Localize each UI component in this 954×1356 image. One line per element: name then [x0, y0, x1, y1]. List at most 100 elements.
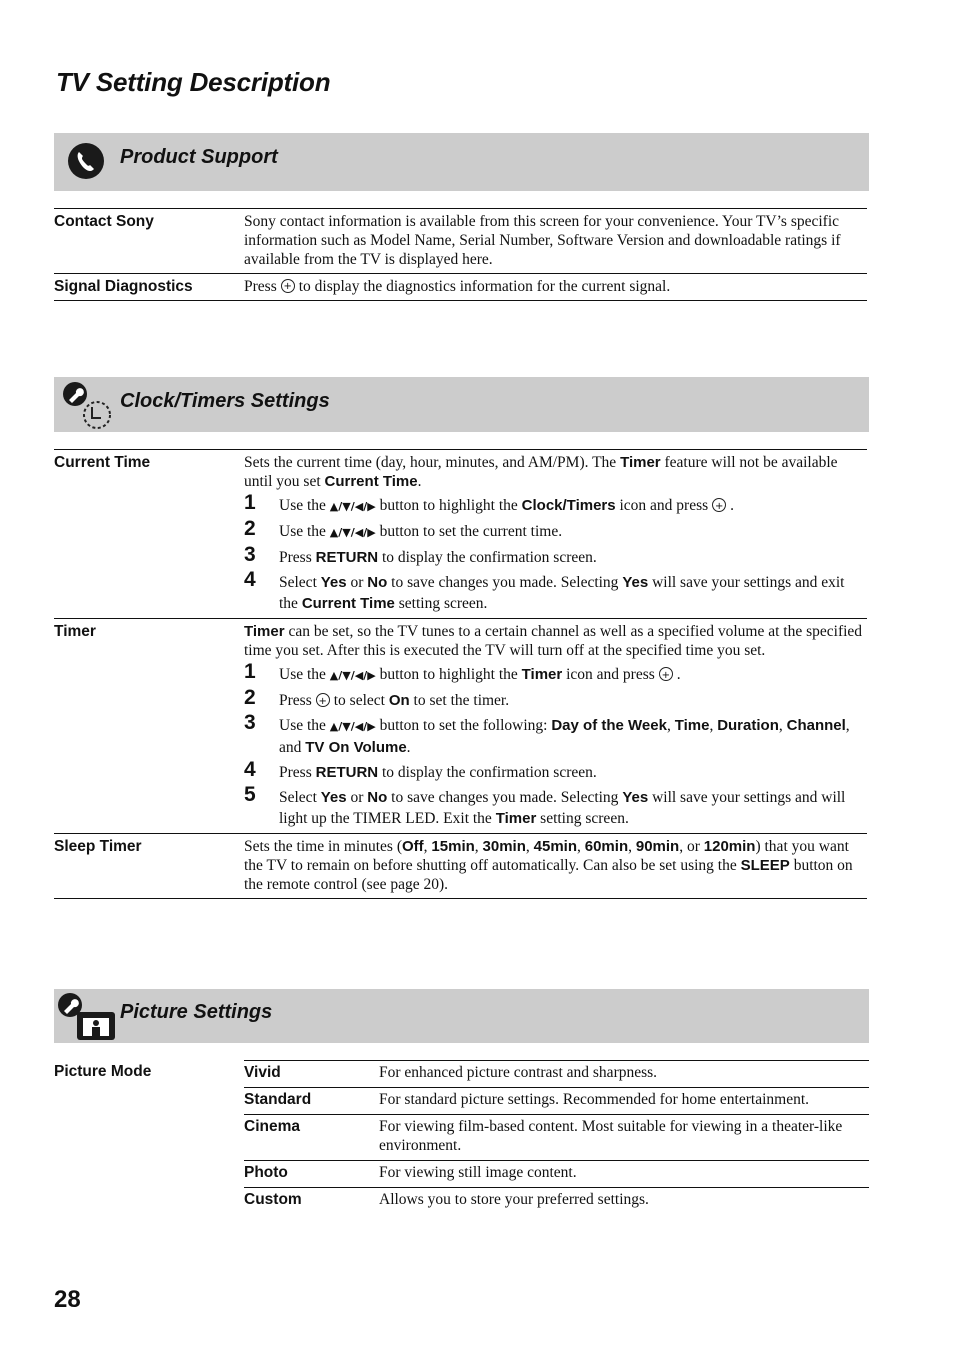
text: Press	[279, 692, 312, 709]
bold-text: Yes	[622, 574, 649, 591]
text: Use the	[279, 523, 326, 540]
step-number: 3	[244, 543, 256, 566]
section-title: Product Support	[120, 146, 278, 168]
term-timer: Timer	[54, 623, 96, 640]
bold-text: SLEEP	[740, 857, 790, 874]
intro: Sets the current time (day, hour, minute…	[244, 453, 863, 491]
table-row-current-time: Current Time Sets the current time (day,…	[54, 450, 867, 619]
text: Select	[279, 789, 317, 806]
table-row-timer: Timer Timer can be set, so the TV tunes …	[54, 619, 867, 834]
bold-text: TV On Volume	[305, 739, 407, 756]
text: Use the	[279, 717, 326, 734]
text: or	[350, 789, 364, 806]
option-45min: 45min	[533, 838, 577, 855]
term-current-time: Current Time	[54, 454, 151, 471]
step-1: 1 Use the ▲/▼/◀/▶ button to highlight the…	[244, 491, 863, 518]
option-90min: 90min	[635, 838, 680, 855]
bold-text: Channel	[786, 717, 846, 734]
picture-wrench-icon	[57, 992, 119, 1047]
bold-text: Current Time	[324, 473, 418, 490]
option-30min: 30min	[482, 838, 526, 855]
text: Press	[279, 549, 312, 566]
section-title: Clock/Timers Settings	[120, 390, 330, 412]
section-header-clock-timers: Clock/Timers Settings	[54, 377, 869, 432]
text: Select	[279, 574, 317, 591]
step-number: 4	[244, 758, 256, 781]
mode-desc: Allows you to store your preferred setti…	[379, 1191, 649, 1208]
page-number: 28	[54, 1286, 81, 1313]
text: ,	[474, 838, 483, 855]
bold-text: Timer	[244, 623, 285, 640]
bold-text: Time	[674, 717, 710, 734]
desc-timer: Timer can be set, so the TV tunes to a c…	[244, 622, 867, 829]
step-4: 4 Press RETURN to display the confirmatio…	[244, 759, 863, 783]
table-row-contact-sony: Contact Sony Sony contact information is…	[54, 209, 867, 274]
desc-signal-diagnostics: Press to display the diagnostics informat…	[244, 277, 867, 296]
text: ,	[628, 838, 636, 855]
step-number: 2	[244, 686, 256, 709]
mode-desc: For standard picture settings. Recommend…	[379, 1091, 810, 1108]
step-number: 1	[244, 491, 256, 514]
text: button to highlight the	[379, 666, 518, 683]
text: Sets the time in minutes (	[244, 838, 402, 855]
option-120min: 120min	[703, 838, 756, 855]
text: Use the	[279, 666, 326, 683]
step-5: 5 Select Yes or No to save changes you ma…	[244, 784, 863, 829]
bold-text: On	[388, 692, 410, 709]
bold-text: Clock/Timers	[521, 497, 616, 514]
table-row-photo: Photo For viewing still image content.	[244, 1161, 869, 1188]
text: ,	[577, 838, 585, 855]
text: ,	[709, 717, 714, 734]
desc-sleep-timer: Sets the time in minutes (Off, 15min, 30…	[244, 837, 867, 894]
step-2: 2 Press to select On to set the timer.	[244, 686, 863, 713]
mode-name: Vivid	[244, 1064, 281, 1081]
step-3: 3 Use the ▲/▼/◀/▶ button to set the follo…	[244, 712, 863, 758]
bold-text: Yes	[622, 789, 649, 806]
phone-icon	[67, 142, 105, 185]
text: Sets the current time (day, hour, minute…	[244, 454, 617, 471]
bold-text: Day of the Week	[551, 717, 667, 734]
text: ,	[525, 838, 534, 855]
text: ,	[778, 717, 783, 734]
arrow-keys-icon: ▲/▼/◀/▶	[329, 500, 376, 513]
section-header-product-support: Product Support	[54, 133, 869, 191]
mode-desc: For viewing still image content.	[379, 1164, 577, 1181]
table-row-cinema: Cinema For viewing film-based content. Mo…	[244, 1115, 869, 1161]
table-row-vivid: Vivid For enhanced picture contrast and s…	[244, 1061, 869, 1088]
text: icon and press	[619, 497, 709, 514]
text: button to highlight the	[379, 497, 518, 514]
text: .	[406, 739, 411, 756]
text: button to set the following:	[379, 717, 548, 734]
text: , or	[679, 838, 704, 855]
step-3: 3 Press RETURN to display the confirmatio…	[244, 544, 863, 568]
mode-desc: For viewing film-based content. Most sui…	[379, 1118, 843, 1154]
bold-text: RETURN	[315, 764, 379, 781]
step-number: 5	[244, 783, 256, 806]
step-number: 2	[244, 517, 256, 540]
step-number: 3	[244, 711, 256, 734]
text: setting screen.	[398, 595, 488, 612]
text: Use the	[279, 497, 326, 514]
desc-contact-sony: Sony contact information is available fr…	[244, 213, 841, 268]
intro: Timer can be set, so the TV tunes to a c…	[244, 622, 863, 660]
step-2: 2 Use the ▲/▼/◀/▶ button to set the curre…	[244, 518, 863, 543]
product-support-table: Contact Sony Sony contact information is…	[54, 208, 867, 301]
bold-text: Timer	[620, 454, 661, 471]
text: icon and press	[566, 666, 655, 683]
arrow-keys-icon: ▲/▼/◀/▶	[329, 669, 376, 682]
mode-desc: For enhanced picture contrast and sharpn…	[379, 1064, 658, 1081]
mode-name: Photo	[244, 1164, 288, 1181]
step-number: 4	[244, 568, 256, 591]
enter-button-icon	[315, 691, 330, 712]
text: setting screen.	[540, 810, 629, 827]
bold-text: Timer	[495, 810, 537, 827]
mode-name: Custom	[244, 1191, 302, 1208]
text: to save changes you made. Selecting	[391, 789, 619, 806]
text: .	[730, 497, 735, 514]
term-signal-diagnostics: Signal Diagnostics	[54, 278, 193, 295]
text: to set the timer.	[413, 692, 510, 709]
enter-button-icon	[280, 277, 295, 296]
bold-text: Current Time	[301, 595, 395, 612]
bold-text: Yes	[320, 574, 347, 591]
picture-mode-table: Vivid For enhanced picture contrast and s…	[244, 1060, 869, 1214]
